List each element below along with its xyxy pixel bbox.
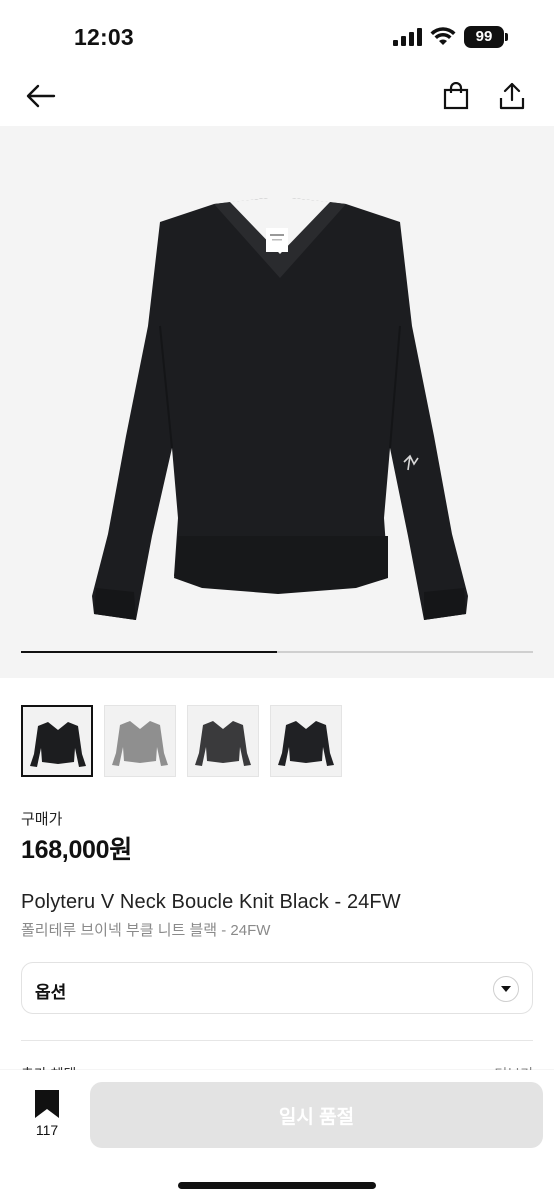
wishlist-count: 117 [35,1122,59,1138]
thumbnail-image [195,721,251,766]
thumbnail-image [278,721,334,766]
cellular-signal-icon [393,28,422,46]
sold-out-button[interactable]: 일시 품절 [90,1082,543,1148]
chevron-down-icon [493,976,519,1002]
option-label: 옵션 [35,983,67,1002]
sweater-silhouette [112,721,168,766]
shopping-bag-icon [443,82,469,110]
thumbnail-image [112,721,168,766]
thumbnail-charcoal-vneck[interactable] [187,705,259,777]
arrow-left-icon [26,84,56,108]
shopping-bag-button[interactable] [438,78,474,114]
product-title-en: Polyteru V Neck Boucle Knit Black - 24FW [21,891,401,913]
price: 168,000원 [21,836,132,864]
product-title-ko: 폴리테루 브이넥 부클 니트 블랙 - 24FW [21,922,271,939]
product-image-carousel[interactable] [0,126,554,678]
thumbnail-image [30,722,86,767]
bookmark-icon [35,1090,59,1118]
option-select[interactable]: 옵션 [21,962,533,1014]
thumbnail-grey-boucle-knit[interactable] [104,705,176,777]
thumbnail-black-vneck-front[interactable] [21,705,93,777]
battery-tip [505,33,508,41]
thumbnail-black-vneck-alt[interactable] [270,705,342,777]
carousel-progress-fill [21,651,277,653]
thumbnail-strip [21,705,342,777]
home-indicator [178,1182,376,1189]
nav-bar [0,64,554,128]
share-button[interactable] [494,78,530,114]
status-bar: 12:03 99 [0,0,554,64]
battery-indicator: 99 [464,26,504,48]
carousel-progress-track [21,651,533,653]
sweater-product-image [92,198,468,620]
wishlist-button[interactable]: 117 [24,1090,70,1140]
back-button[interactable] [23,78,59,114]
price-label: 구매가 [21,811,63,828]
sweater-silhouette [30,722,86,767]
section-divider [21,1040,533,1041]
sweater-silhouette [278,721,334,766]
sweater-silhouette [195,721,251,766]
status-time: 12:03 [74,24,134,50]
wifi-icon [430,27,456,45]
bottom-action-bar: 117 일시 품절 [0,1070,554,1200]
share-icon [499,82,525,110]
